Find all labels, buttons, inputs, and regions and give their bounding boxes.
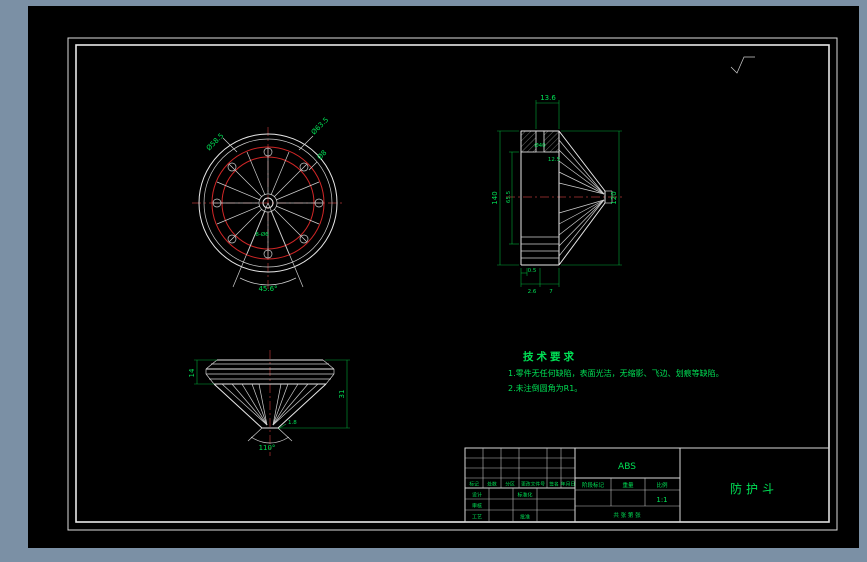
sig-design: 设计: [472, 492, 482, 499]
tech-line-1: 1.零件无任何缺陷，表面光洁，无缩影、飞边、划痕等缺陷。: [508, 368, 724, 378]
scale-label: 比例: [656, 481, 668, 489]
dim-hole-dia: Ø40: [534, 142, 546, 149]
dim-right-height: 120: [610, 191, 618, 204]
scale-value: 1:1: [656, 496, 667, 504]
sig-process: 工艺: [472, 515, 482, 521]
dim-tip: 1.8: [288, 420, 297, 426]
dim-flange-height: 14: [188, 368, 196, 377]
rev-header-docno: 更改文件号: [521, 481, 545, 488]
dim-holes: 8-Ø6: [255, 231, 269, 238]
paper-background: [28, 6, 859, 548]
tech-title: 技术要求: [523, 350, 577, 363]
rev-header-sign: 签名: [549, 481, 559, 488]
sheet-label: 共 张 第 张: [613, 511, 641, 519]
rev-header-mark: 标记: [469, 481, 479, 488]
material-label: ABS: [618, 462, 636, 472]
dim-side-height: 31: [338, 390, 346, 399]
dim-t2: 2.6: [528, 289, 537, 295]
dim-step: 12.5: [548, 157, 561, 163]
dim-top-width: 13.6: [540, 94, 556, 102]
dim-angle: 45.6°: [258, 285, 277, 293]
tech-line-2: 2.未注倒圆角为R1。: [508, 383, 582, 393]
part-name: 防护斗: [730, 481, 778, 496]
weight-label: 重量: [622, 481, 634, 489]
dim-t1: 0.5: [528, 268, 537, 274]
sig-standard: 标准化: [517, 492, 532, 499]
dim-inner-height: 65.5: [506, 190, 512, 203]
sig-check: 审核: [472, 503, 482, 510]
dim-height: 140: [491, 191, 499, 204]
stage-label: 阶段标记: [582, 481, 605, 489]
cad-viewport[interactable]: Ø63.5 Ø58.5 Ø8 8-Ø6 45.6° 13.6 Ø40 12.5 …: [0, 0, 867, 562]
rev-header-count: 处数: [487, 481, 497, 488]
sig-approve: 批准: [520, 514, 530, 521]
dim-cone-angle: 110°: [259, 444, 276, 452]
rev-header-zone: 分区: [505, 481, 515, 488]
rev-header-date: 年月日: [561, 481, 575, 488]
dim-t3: 7: [549, 289, 553, 295]
